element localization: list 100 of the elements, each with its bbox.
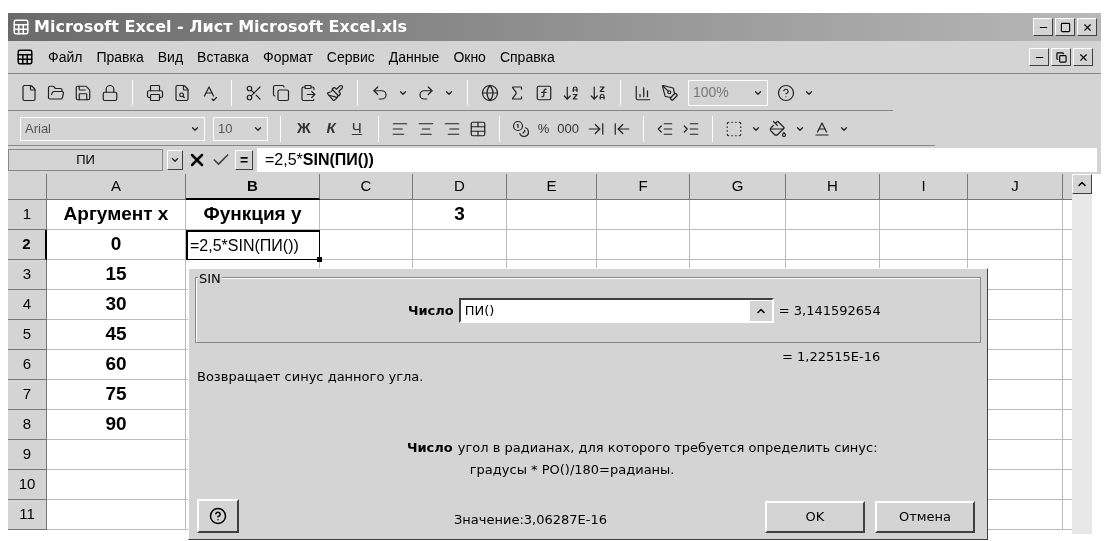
select-all-corner[interactable] [8,174,47,200]
row-header[interactable]: 3 [8,260,47,290]
formula-text: =2,5* [265,150,303,170]
function-icon[interactable] [535,83,553,102]
row-header[interactable]: 7 [8,380,47,410]
row-header[interactable]: 1 [8,200,47,230]
copy-icon[interactable] [272,83,290,102]
menu-item[interactable]: Формат [263,46,313,68]
dialog-button[interactable]: OK [765,501,865,533]
name-box[interactable]: ПИ [8,149,163,171]
drawing-icon[interactable] [661,83,679,102]
borders-icon[interactable] [725,119,744,138]
formula-field[interactable]: =2,5*SIN(ПИ()) [257,148,1097,172]
vertical-scrollbar[interactable] [1072,174,1092,534]
column-header[interactable]: H [786,174,880,200]
formula-text: SIN(ПИ()) [302,150,374,170]
number-format-button[interactable]: % [537,118,550,139]
save-icon[interactable] [74,83,92,102]
equals-button[interactable]: = [235,150,253,170]
font-style-button[interactable]: К [322,117,340,140]
cell-editor[interactable]: =2,5*SIN(ПИ()) [186,230,320,260]
menu-item[interactable]: Справка [499,46,555,68]
column-header[interactable]: C [320,174,413,200]
row-header[interactable]: 8 [8,410,47,440]
name-box-dropdown[interactable] [167,150,183,170]
sort-ascending-icon[interactable] [562,83,580,102]
column-header[interactable]: B [186,174,320,200]
menu-item[interactable]: Правка [96,46,144,68]
excel-icon[interactable] [12,18,30,36]
number-format-button[interactable]: 000 [557,118,580,139]
currency-icon[interactable] [511,119,530,138]
column-header[interactable]: F [597,174,690,200]
column-header[interactable]: A [47,174,186,200]
paste-icon[interactable] [299,83,317,102]
dialog-button[interactable]: Отмена [875,501,975,533]
close-icon [1077,51,1089,63]
menu-item[interactable]: Данные [388,46,440,68]
cut-icon[interactable] [245,83,263,102]
column-header[interactable]: J [968,174,1063,200]
argument-description: градусы * PO()/180=радианы. [469,460,676,479]
chart-icon[interactable] [634,83,652,102]
row-header[interactable]: 11 [8,500,47,530]
value-text: Значение:3,06287E-16 [454,510,607,529]
fill-color-icon[interactable] [769,119,788,138]
argument-label: Число [408,301,454,320]
minimize-button[interactable] [1029,48,1049,66]
window-title: Microsoft Excel - Лист Microsoft Excel.xls [34,16,408,38]
help-icon [209,507,227,525]
font-style-button[interactable]: Ч [347,117,366,140]
menu-item[interactable]: Вид [157,46,184,68]
print-icon[interactable] [146,83,164,102]
maximize-button[interactable] [1055,18,1075,36]
row-header[interactable]: 9 [8,440,47,470]
table-cell: 15 [47,260,186,290]
font-field[interactable]: Arial [20,116,205,141]
close-icon [1081,21,1093,33]
table-cell: 30 [47,290,186,320]
help-argument-label: Число [407,439,453,457]
argument-field[interactable]: ПИ() [458,298,774,323]
collapse-dialog-button[interactable] [749,300,772,321]
new-file-icon[interactable] [20,83,38,102]
sort-descending-icon[interactable] [589,83,607,102]
print-preview-icon[interactable] [173,83,191,102]
undo-icon[interactable] [371,83,389,102]
menu-item[interactable]: Вставка [197,46,250,68]
column-header[interactable]: D [413,174,507,200]
hyperlink-icon[interactable] [481,83,499,102]
help-icon[interactable] [777,83,795,102]
restore-icon [1055,51,1067,63]
function-description: Возвращает синус данного угла. [197,368,424,384]
column-header[interactable]: G [690,174,786,200]
restore-button[interactable] [1051,48,1071,66]
open-folder-icon[interactable] [47,83,65,102]
close-button[interactable] [1077,18,1097,36]
column-header[interactable]: E [507,174,597,200]
column-header[interactable]: I [880,174,968,200]
merge-cells-icon[interactable] [468,119,487,138]
menu-item[interactable]: Файл [48,46,83,68]
row-header[interactable]: 5 [8,320,47,350]
row-header[interactable]: 6 [8,350,47,380]
help-button[interactable] [197,499,239,533]
font-size-field[interactable]: 10 [213,116,268,141]
row-header[interactable]: 10 [8,470,47,500]
format-painter-icon[interactable] [326,83,344,102]
permission-icon[interactable] [101,83,119,102]
row-header[interactable]: 2 [8,230,47,260]
fill-handle[interactable] [317,257,322,262]
menu-item[interactable]: Сервис [326,46,375,68]
dropdown-icon[interactable] [170,155,180,165]
argument-result: = 3,141592654 [778,301,881,320]
table-cell: Аргумент x [47,200,186,230]
menu-item[interactable]: Окно [453,46,486,68]
row-header[interactable]: 4 [8,290,47,320]
redo-icon[interactable] [417,83,435,102]
close-button[interactable] [1073,48,1093,66]
argument-description: угол в радианах, для которого требуется определить синус: [457,439,878,457]
minimize-button[interactable] [1033,18,1053,36]
font-style-button[interactable]: Ж [293,117,315,140]
document-icon[interactable] [16,48,34,66]
table-cell: 90 [47,410,186,440]
